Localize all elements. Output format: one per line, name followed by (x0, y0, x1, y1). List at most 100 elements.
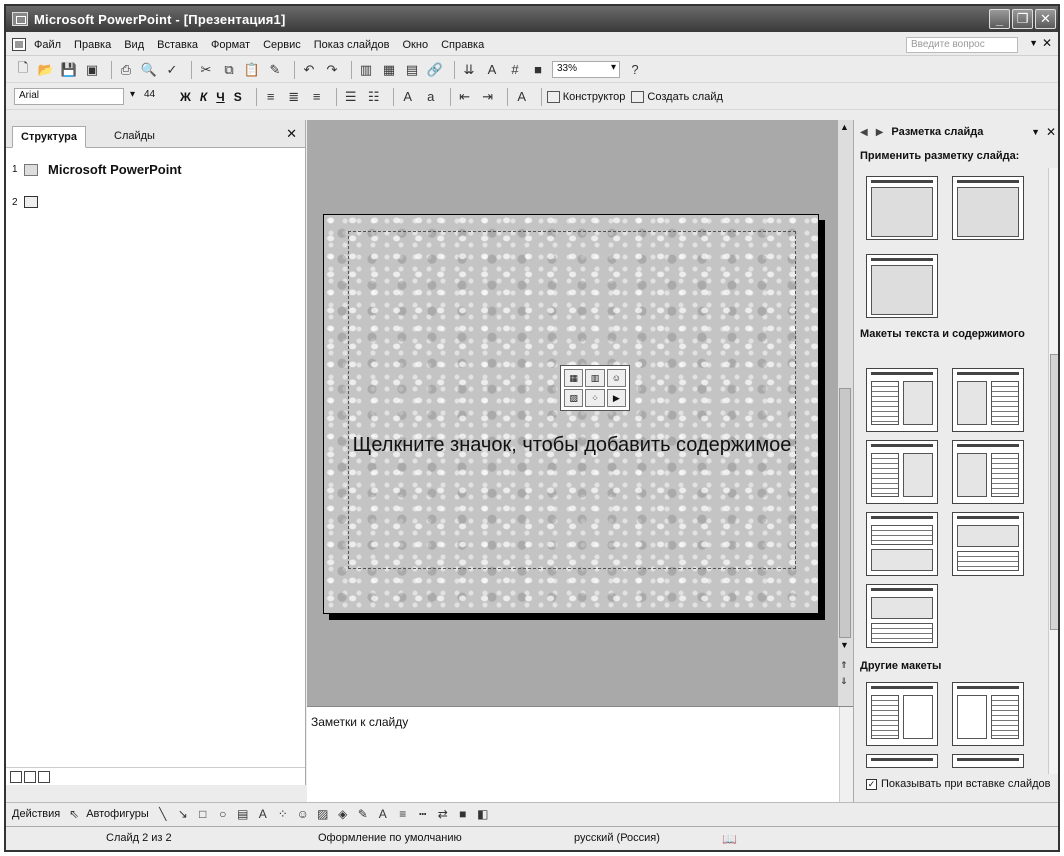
font-color-icon[interactable]: A (375, 806, 391, 822)
oval-icon[interactable]: ○ (215, 806, 231, 822)
permission-icon[interactable]: ▣ (83, 61, 101, 79)
diagram-icon[interactable]: ⁘ (275, 806, 291, 822)
menu-slideshow[interactable]: Показ слайдов (314, 39, 390, 51)
help-dropdown-icon[interactable]: ▼ (1029, 38, 1038, 48)
back-icon[interactable]: ◀ (860, 127, 868, 138)
autoshapes-menu[interactable]: Автофигуры (86, 808, 149, 820)
layout-text-and-two-content[interactable] (866, 440, 938, 504)
font-size-select[interactable]: 44 (140, 88, 176, 105)
line-color-icon[interactable]: ✎ (355, 806, 371, 822)
decrease-font-icon[interactable]: a (422, 88, 440, 106)
arrow-style-icon[interactable]: ⇄ (435, 806, 451, 822)
show-formatting-icon[interactable]: A (483, 61, 501, 79)
designer-button[interactable]: Конструктор (546, 90, 625, 103)
layout-content-grid[interactable] (866, 254, 938, 318)
menu-tools[interactable]: Сервис (263, 39, 301, 51)
insert-media-icon[interactable]: ▶ (606, 389, 626, 407)
layout-text-and-content[interactable] (866, 368, 938, 432)
rectangle-icon[interactable]: □ (195, 806, 211, 822)
task-pane-scroll-thumb[interactable] (1050, 354, 1058, 630)
layout-two-content[interactable] (866, 176, 938, 240)
task-pane-close-icon[interactable]: ✕ (1046, 125, 1056, 139)
menu-file[interactable]: Файл (34, 39, 61, 51)
color-grayscale-icon[interactable]: ■ (529, 61, 547, 79)
new-slide-button[interactable]: Создать слайд (631, 90, 723, 103)
underline-button[interactable]: Ч (216, 90, 224, 104)
open-icon[interactable]: 📂 (37, 61, 55, 79)
line-style-icon[interactable]: ≡ (395, 806, 411, 822)
document-close-icon[interactable]: ✕ (1042, 36, 1052, 50)
task-pane-menu-icon[interactable]: ▼ (1031, 127, 1040, 137)
format-painter-icon[interactable]: ✎ (266, 61, 284, 79)
bold-button[interactable]: Ж (180, 90, 191, 104)
current-slide[interactable]: ▦ ▥ ☺ ▨ ⁘ ▶ Щелкните значок, чтобы добав… (323, 214, 819, 614)
layout-two-content-over-text[interactable] (866, 584, 938, 648)
slide-sorter-view-icon[interactable] (24, 770, 36, 783)
insert-hyperlink-icon[interactable]: 🔗 (426, 61, 444, 79)
print-preview-icon[interactable]: 🔍 (140, 61, 158, 79)
increase-font-icon[interactable]: A (399, 88, 417, 106)
3d-style-icon[interactable]: ◧ (475, 806, 491, 822)
line-icon[interactable]: ╲ (155, 806, 171, 822)
redo-icon[interactable]: ↷ (323, 61, 341, 79)
insert-chart-icon[interactable]: ▥ (585, 369, 605, 387)
print-icon[interactable]: ⎙ (117, 61, 135, 79)
previous-slide-icon[interactable]: ⇑ (840, 660, 848, 671)
content-placeholder[interactable]: ▦ ▥ ☺ ▨ ⁘ ▶ Щелкните значок, чтобы добав… (348, 231, 796, 569)
notes-scrollbar[interactable] (839, 707, 853, 802)
maximize-button[interactable]: ❐ (1012, 9, 1033, 29)
select-pointer-icon[interactable]: ⇖ (66, 806, 82, 822)
show-on-insert-checkbox[interactable]: ✓ Показывать при вставке слайдов (866, 778, 1051, 790)
insert-table-icon[interactable]: ▦ (564, 369, 584, 387)
layout-two-content-and-text[interactable] (952, 440, 1024, 504)
menu-edit[interactable]: Правка (74, 39, 111, 51)
layout-partial-2[interactable] (952, 754, 1024, 768)
numbering-icon[interactable]: ☰ (342, 88, 360, 106)
zoom-select[interactable]: 33% (552, 61, 620, 78)
notes-pane[interactable]: Заметки к слайду (307, 706, 853, 802)
save-icon[interactable]: 💾 (60, 61, 78, 79)
shadow-style-icon[interactable]: ■ (455, 806, 471, 822)
minimize-button[interactable]: _ (989, 9, 1010, 29)
menu-help[interactable]: Справка (441, 39, 484, 51)
undo-icon[interactable]: ↶ (300, 61, 318, 79)
layout-content-and-text[interactable] (952, 368, 1024, 432)
spelling-icon[interactable]: ✓ (163, 61, 181, 79)
align-left-icon[interactable]: ≡ (262, 88, 280, 106)
align-right-icon[interactable]: ≡ (308, 88, 326, 106)
powerpoint-app-icon[interactable] (12, 12, 28, 26)
layout-four-content[interactable] (952, 176, 1024, 240)
scroll-down-icon[interactable]: ▼ (840, 640, 849, 650)
help-icon[interactable]: ? (626, 61, 644, 79)
layout-title-text-over-content[interactable] (866, 512, 938, 576)
slide-scrollbar[interactable]: ▲ ▼ ⇑ ⇓ (837, 120, 853, 706)
paste-icon[interactable]: 📋 (243, 61, 261, 79)
insert-picture-icon[interactable]: ▨ (564, 389, 584, 407)
tab-outline[interactable]: Структура (12, 126, 86, 148)
actions-menu[interactable]: Действия (12, 808, 60, 820)
layout-text-and-clipart[interactable] (866, 682, 938, 746)
insert-chart-icon[interactable]: ▥ (357, 61, 375, 79)
checkbox-checked-icon[interactable]: ✓ (866, 778, 877, 790)
scroll-thumb[interactable] (839, 388, 851, 638)
slideshow-view-icon[interactable] (38, 770, 50, 783)
menu-format[interactable]: Формат (211, 39, 250, 51)
arrow-icon[interactable]: ↘ (175, 806, 191, 822)
layout-content-over-text[interactable] (952, 512, 1024, 576)
outline-slide-1[interactable]: 1 Microsoft PowerPoint (12, 162, 182, 177)
italic-button[interactable]: К (200, 90, 207, 104)
clipart-icon[interactable]: ☺ (295, 806, 311, 822)
new-icon[interactable]: 🗋 (14, 60, 32, 79)
tables-borders-icon[interactable]: ▤ (403, 61, 421, 79)
increase-indent-icon[interactable]: ⇥ (479, 88, 497, 106)
insert-diagram-icon[interactable]: ⁘ (585, 389, 605, 407)
next-slide-icon[interactable]: ⇓ (840, 676, 848, 687)
forward-icon[interactable]: ▶ (876, 127, 884, 138)
insert-table-icon[interactable]: ▦ (380, 61, 398, 79)
cut-icon[interactable]: ✂ (197, 61, 215, 79)
task-pane-scrollbar[interactable] (1048, 168, 1058, 774)
shadow-button[interactable]: S (234, 90, 242, 104)
menu-view[interactable]: Вид (124, 39, 144, 51)
decrease-indent-icon[interactable]: ⇤ (456, 88, 474, 106)
wordart-icon[interactable]: A (255, 806, 271, 822)
